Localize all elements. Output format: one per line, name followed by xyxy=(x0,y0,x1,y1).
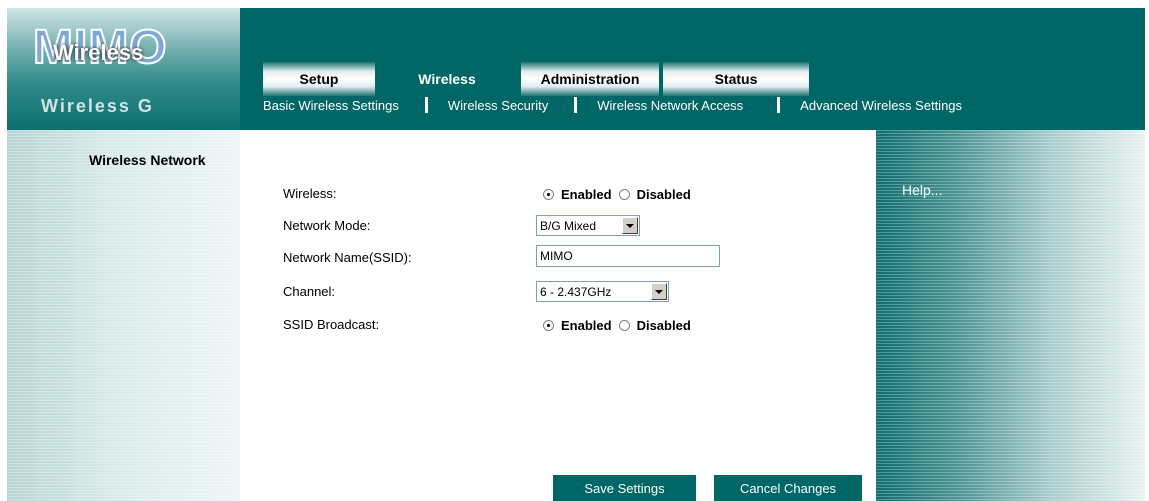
network-mode-label: Network Mode: xyxy=(283,218,371,233)
chevron-down-icon xyxy=(651,283,667,300)
ssid-broadcast-disabled-label: Disabled xyxy=(636,318,691,333)
chevron-down-icon xyxy=(622,217,638,234)
wireless-disabled-label: Disabled xyxy=(636,187,691,202)
ssid-label: Network Name(SSID): xyxy=(283,250,412,265)
save-settings-button[interactable]: Save Settings xyxy=(553,475,696,501)
subnav-separator xyxy=(424,97,428,113)
logo: MIMO Wireless Wireless G xyxy=(7,8,240,130)
sub-navigation: Basic Wireless Settings Wireless Securit… xyxy=(263,94,962,116)
help-link[interactable]: Help... xyxy=(902,182,942,198)
wireless-enabled-label: Enabled xyxy=(561,187,612,202)
logo-wireless-text: Wireless xyxy=(53,40,144,65)
channel-value: 6 - 2.437GHz xyxy=(540,284,612,299)
tab-wireless-label: Wireless xyxy=(418,71,476,87)
tab-status-label: Status xyxy=(714,71,758,87)
ssid-input[interactable] xyxy=(536,245,720,267)
left-sidebar: Wireless Network xyxy=(7,130,240,501)
cancel-changes-button[interactable]: Cancel Changes xyxy=(714,475,862,501)
tab-administration[interactable]: Administration xyxy=(521,62,659,96)
logo-subtitle: Wireless G xyxy=(41,96,154,116)
wireless-enabled-radio[interactable] xyxy=(543,189,554,200)
ssid-broadcast-label: SSID Broadcast: xyxy=(283,317,380,332)
subnav-basic-wireless-settings[interactable]: Basic Wireless Settings xyxy=(263,98,399,113)
subnav-wireless-network-access[interactable]: Wireless Network Access xyxy=(597,98,743,113)
tab-setup-label: Setup xyxy=(299,71,339,87)
help-panel: Help... xyxy=(876,130,1145,501)
network-mode-value: B/G Mixed xyxy=(540,218,597,233)
section-title: Wireless Network xyxy=(89,152,206,168)
wireless-radio-group: Enabled Disabled xyxy=(543,187,691,202)
channel-select[interactable]: 6 - 2.437GHz xyxy=(536,281,669,302)
subnav-separator xyxy=(777,97,781,113)
ssid-broadcast-radio-group: Enabled Disabled xyxy=(543,318,691,333)
subnav-separator xyxy=(574,97,578,113)
ssid-broadcast-enabled-label: Enabled xyxy=(561,318,612,333)
tab-status[interactable]: Status xyxy=(663,62,809,96)
wireless-disabled-radio[interactable] xyxy=(618,189,630,200)
subnav-wireless-security[interactable]: Wireless Security xyxy=(448,98,548,113)
subnav-advanced-wireless-settings[interactable]: Advanced Wireless Settings xyxy=(800,98,962,113)
channel-label: Channel: xyxy=(283,284,336,299)
ssid-broadcast-disabled-radio[interactable] xyxy=(618,320,630,331)
network-mode-select[interactable]: B/G Mixed xyxy=(536,215,640,236)
ssid-broadcast-enabled-radio[interactable] xyxy=(543,320,554,331)
tab-administration-label: Administration xyxy=(540,71,640,87)
wireless-label: Wireless: xyxy=(283,186,337,201)
tab-wireless[interactable]: Wireless xyxy=(389,62,505,96)
tab-setup[interactable]: Setup xyxy=(263,62,375,96)
